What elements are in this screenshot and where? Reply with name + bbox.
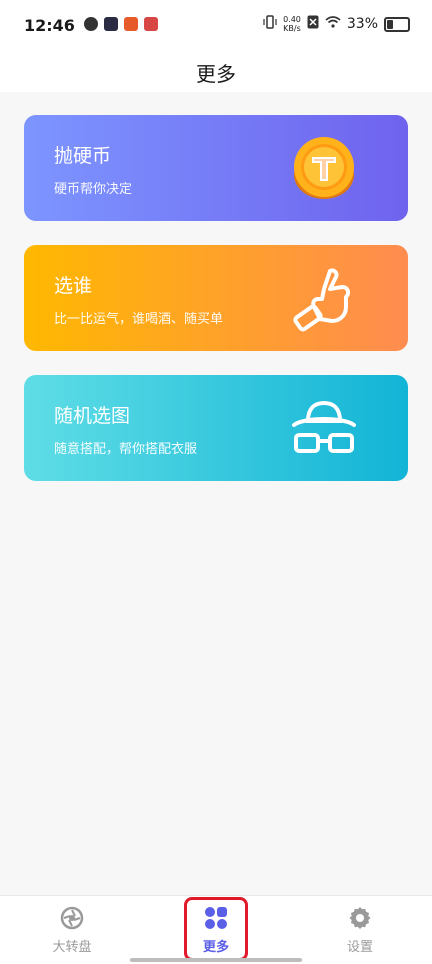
sim-off-icon	[307, 15, 319, 33]
status-bar: 12:46 0.40 KB/s 33%	[0, 0, 432, 50]
card-title: 随机选图	[54, 405, 131, 427]
random-outfit-card[interactable]: 随机选图 随意搭配，帮你搭配衣服	[24, 375, 408, 481]
nav-label: 大转盘	[52, 940, 92, 955]
highlight-box	[184, 897, 248, 961]
card-title: 抛硬币	[54, 145, 112, 167]
notification-icon-2	[104, 17, 118, 31]
home-indicator[interactable]	[130, 958, 302, 962]
coin-toss-card[interactable]: 抛硬币 硬币帮你决定	[24, 115, 408, 221]
status-time: 12:46	[24, 16, 75, 35]
card-subtitle: 硬币帮你决定	[54, 182, 133, 197]
wifi-icon	[325, 16, 341, 32]
hat-glasses-icon	[290, 397, 358, 461]
battery-icon	[384, 16, 410, 32]
status-right: 0.40 KB/s 33%	[263, 15, 410, 33]
network-speed-unit: KB/s	[283, 24, 301, 33]
header: 更多	[0, 50, 432, 92]
nav-wheel[interactable]: 大转盘	[32, 906, 112, 955]
page-title: 更多	[196, 62, 236, 86]
card-subtitle: 随意搭配，帮你搭配衣服	[54, 442, 198, 457]
notification-icon-3	[124, 17, 138, 31]
nav-settings[interactable]: 设置	[320, 906, 400, 955]
notification-icon-4	[144, 17, 158, 31]
card-title: 选谁	[54, 275, 93, 297]
network-speed-value: 0.40	[283, 15, 301, 24]
pointing-hand-icon	[290, 267, 358, 332]
notification-icon-1	[84, 17, 98, 31]
coin-icon	[290, 137, 358, 201]
choose-who-card[interactable]: 选谁 比一比运气，谁喝酒、随买单	[24, 245, 408, 351]
vibrate-icon	[263, 15, 277, 33]
network-speed: 0.40 KB/s	[283, 15, 301, 33]
wheel-icon	[60, 906, 84, 930]
gear-icon	[348, 906, 372, 930]
card-subtitle: 比一比运气，谁喝酒、随买单	[54, 312, 224, 327]
nav-label: 设置	[346, 940, 373, 955]
battery-percent: 33%	[346, 16, 378, 32]
